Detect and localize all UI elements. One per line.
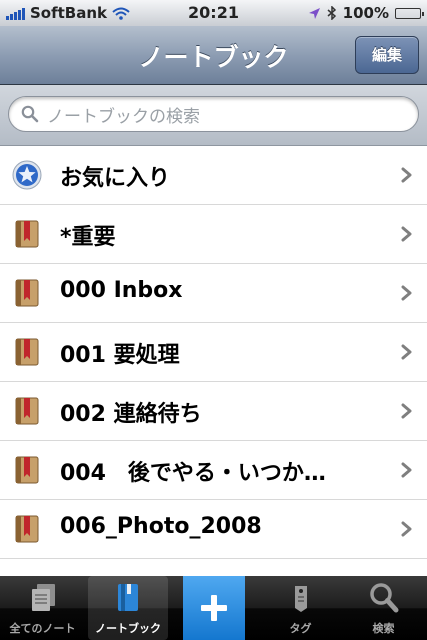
chevron-right-icon [401,344,412,360]
chevron-right-icon [401,521,412,537]
chevron-right-icon [401,226,412,242]
edit-button[interactable]: 編集 [355,36,419,74]
search-input[interactable]: ノートブックの検索 [8,96,419,132]
notebook-icon [118,584,138,611]
tab-label-search: 検索 [372,622,395,635]
battery-icon [395,7,424,19]
tab-notebooks[interactable]: ノートブック [88,576,168,640]
notebook-name: 000 Inbox [60,278,183,303]
notebook-name: 002 連絡待ち [60,402,202,427]
notebook-row[interactable]: *重要 [0,205,427,264]
search-icon [369,583,398,613]
notebook-row[interactable]: 001 要処理 [0,323,427,382]
notebook-icon [15,456,39,484]
chevron-right-icon [401,167,412,183]
chevron-right-icon [401,285,412,301]
notebook-name: 004 後でやる・いつか… [60,461,326,486]
notebook-name: 001 要処理 [60,343,180,368]
add-note-button[interactable] [183,576,245,640]
tab-search[interactable]: 検索 [341,576,426,640]
tab-label-notebooks: ノートブック [95,622,161,635]
notebook-icon [15,515,39,543]
notebook-row[interactable]: お気に入り [0,146,427,205]
battery-percent: 100% [342,4,389,22]
tab-label-all-notes: 全てのノート [9,622,76,635]
tab-tags[interactable]: タグ [258,576,343,640]
notebook-icon [15,279,39,307]
status-right: 100% [308,4,424,22]
notebook-row[interactable]: 002 連絡待ち [0,382,427,441]
plus-icon [201,595,227,621]
notebook-row[interactable]: 006_Photo_2008 [0,500,427,559]
notebook-list: お気に入り *重要 000 Inbox 001 要処理 002 連絡待ち 004 後でやる… [0,146,427,576]
tab-bar: 全てのノート ノートブック タグ 検索 [0,576,427,640]
notebook-icon [15,220,39,248]
navigation-bar: ノートブック 編集 [0,26,427,85]
star-icon [12,160,42,190]
search-icon [21,105,39,123]
tab-all-notes[interactable]: 全てのノート [0,576,85,640]
notebook-name: お気に入り [60,166,171,191]
notebook-row[interactable]: 004 後でやる・いつか… [0,441,427,500]
chevron-right-icon [401,462,412,478]
chevron-right-icon [401,403,412,419]
status-bar: SoftBank 20:21 100% [0,0,427,26]
tab-label-tags: タグ [289,622,312,635]
notes-stack-icon [31,584,55,611]
notebook-name: *重要 [60,225,116,250]
bluetooth-icon [327,6,336,20]
notebook-icon [15,338,39,366]
notebook-icon [15,397,39,425]
notebook-name: 006_Photo_2008 [60,514,262,539]
search-bar: ノートブックの検索 [0,85,427,146]
search-placeholder: ノートブックの検索 [47,106,200,127]
location-icon [308,7,320,19]
tag-icon [294,586,307,612]
notebook-row[interactable]: 000 Inbox [0,264,427,323]
